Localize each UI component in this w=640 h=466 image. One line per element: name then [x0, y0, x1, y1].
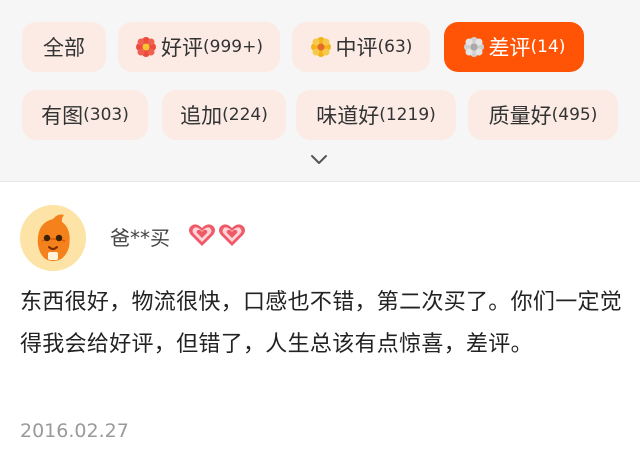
- chip-label: 好评: [161, 36, 204, 60]
- review-date: 2016.02.27: [20, 420, 129, 442]
- chip-label: 全部: [43, 36, 85, 60]
- heart-icon: [219, 224, 245, 246]
- chip-count: (14): [530, 37, 566, 57]
- filter-tastes-good-chip[interactable]: 味道好 (1219): [296, 90, 456, 140]
- chip-label: 中评: [335, 36, 378, 60]
- heart-icon: [189, 224, 215, 246]
- filter-with-images-chip[interactable]: 有图 (303): [22, 90, 148, 140]
- review-filter-panel: 全部 好评 (999+) 中评 (63) 差评 (14) 有图 (303) 追加…: [0, 0, 640, 182]
- chip-count: (303): [83, 105, 129, 125]
- member-badges: [188, 222, 246, 248]
- filter-good-quality-chip[interactable]: 质量好 (495): [468, 90, 618, 140]
- filter-neutral-chip[interactable]: 中评 (63): [292, 22, 430, 72]
- chip-label: 追加: [180, 104, 223, 128]
- chip-label: 有图: [41, 104, 84, 128]
- red-flower-icon: [135, 36, 157, 58]
- gray-flower-icon: [463, 36, 485, 58]
- chevron-down-icon[interactable]: [309, 152, 329, 166]
- reviewer-name: 爸**买: [110, 226, 170, 250]
- filter-positive-chip[interactable]: 好评 (999+): [118, 22, 280, 72]
- chip-label: 味道好: [316, 104, 380, 128]
- chip-count: (495): [551, 105, 598, 125]
- avatar[interactable]: [20, 205, 86, 271]
- review-text: 东西很好，物流很快，口感也不错，第二次买了。你们一定觉得我会给好评，但错了，人生…: [20, 290, 623, 357]
- yellow-flower-icon: [310, 36, 332, 58]
- chip-count: (224): [222, 105, 268, 125]
- chip-count: (1219): [379, 105, 436, 125]
- filter-negative-chip[interactable]: 差评 (14): [444, 22, 584, 72]
- filter-appended-chip[interactable]: 追加 (224): [162, 90, 286, 140]
- chip-count: (63): [377, 37, 413, 57]
- chip-count: (999+): [203, 37, 263, 57]
- filter-all-chip[interactable]: 全部: [22, 22, 106, 72]
- chip-label: 差评: [488, 36, 531, 60]
- chip-label: 质量好: [488, 104, 552, 128]
